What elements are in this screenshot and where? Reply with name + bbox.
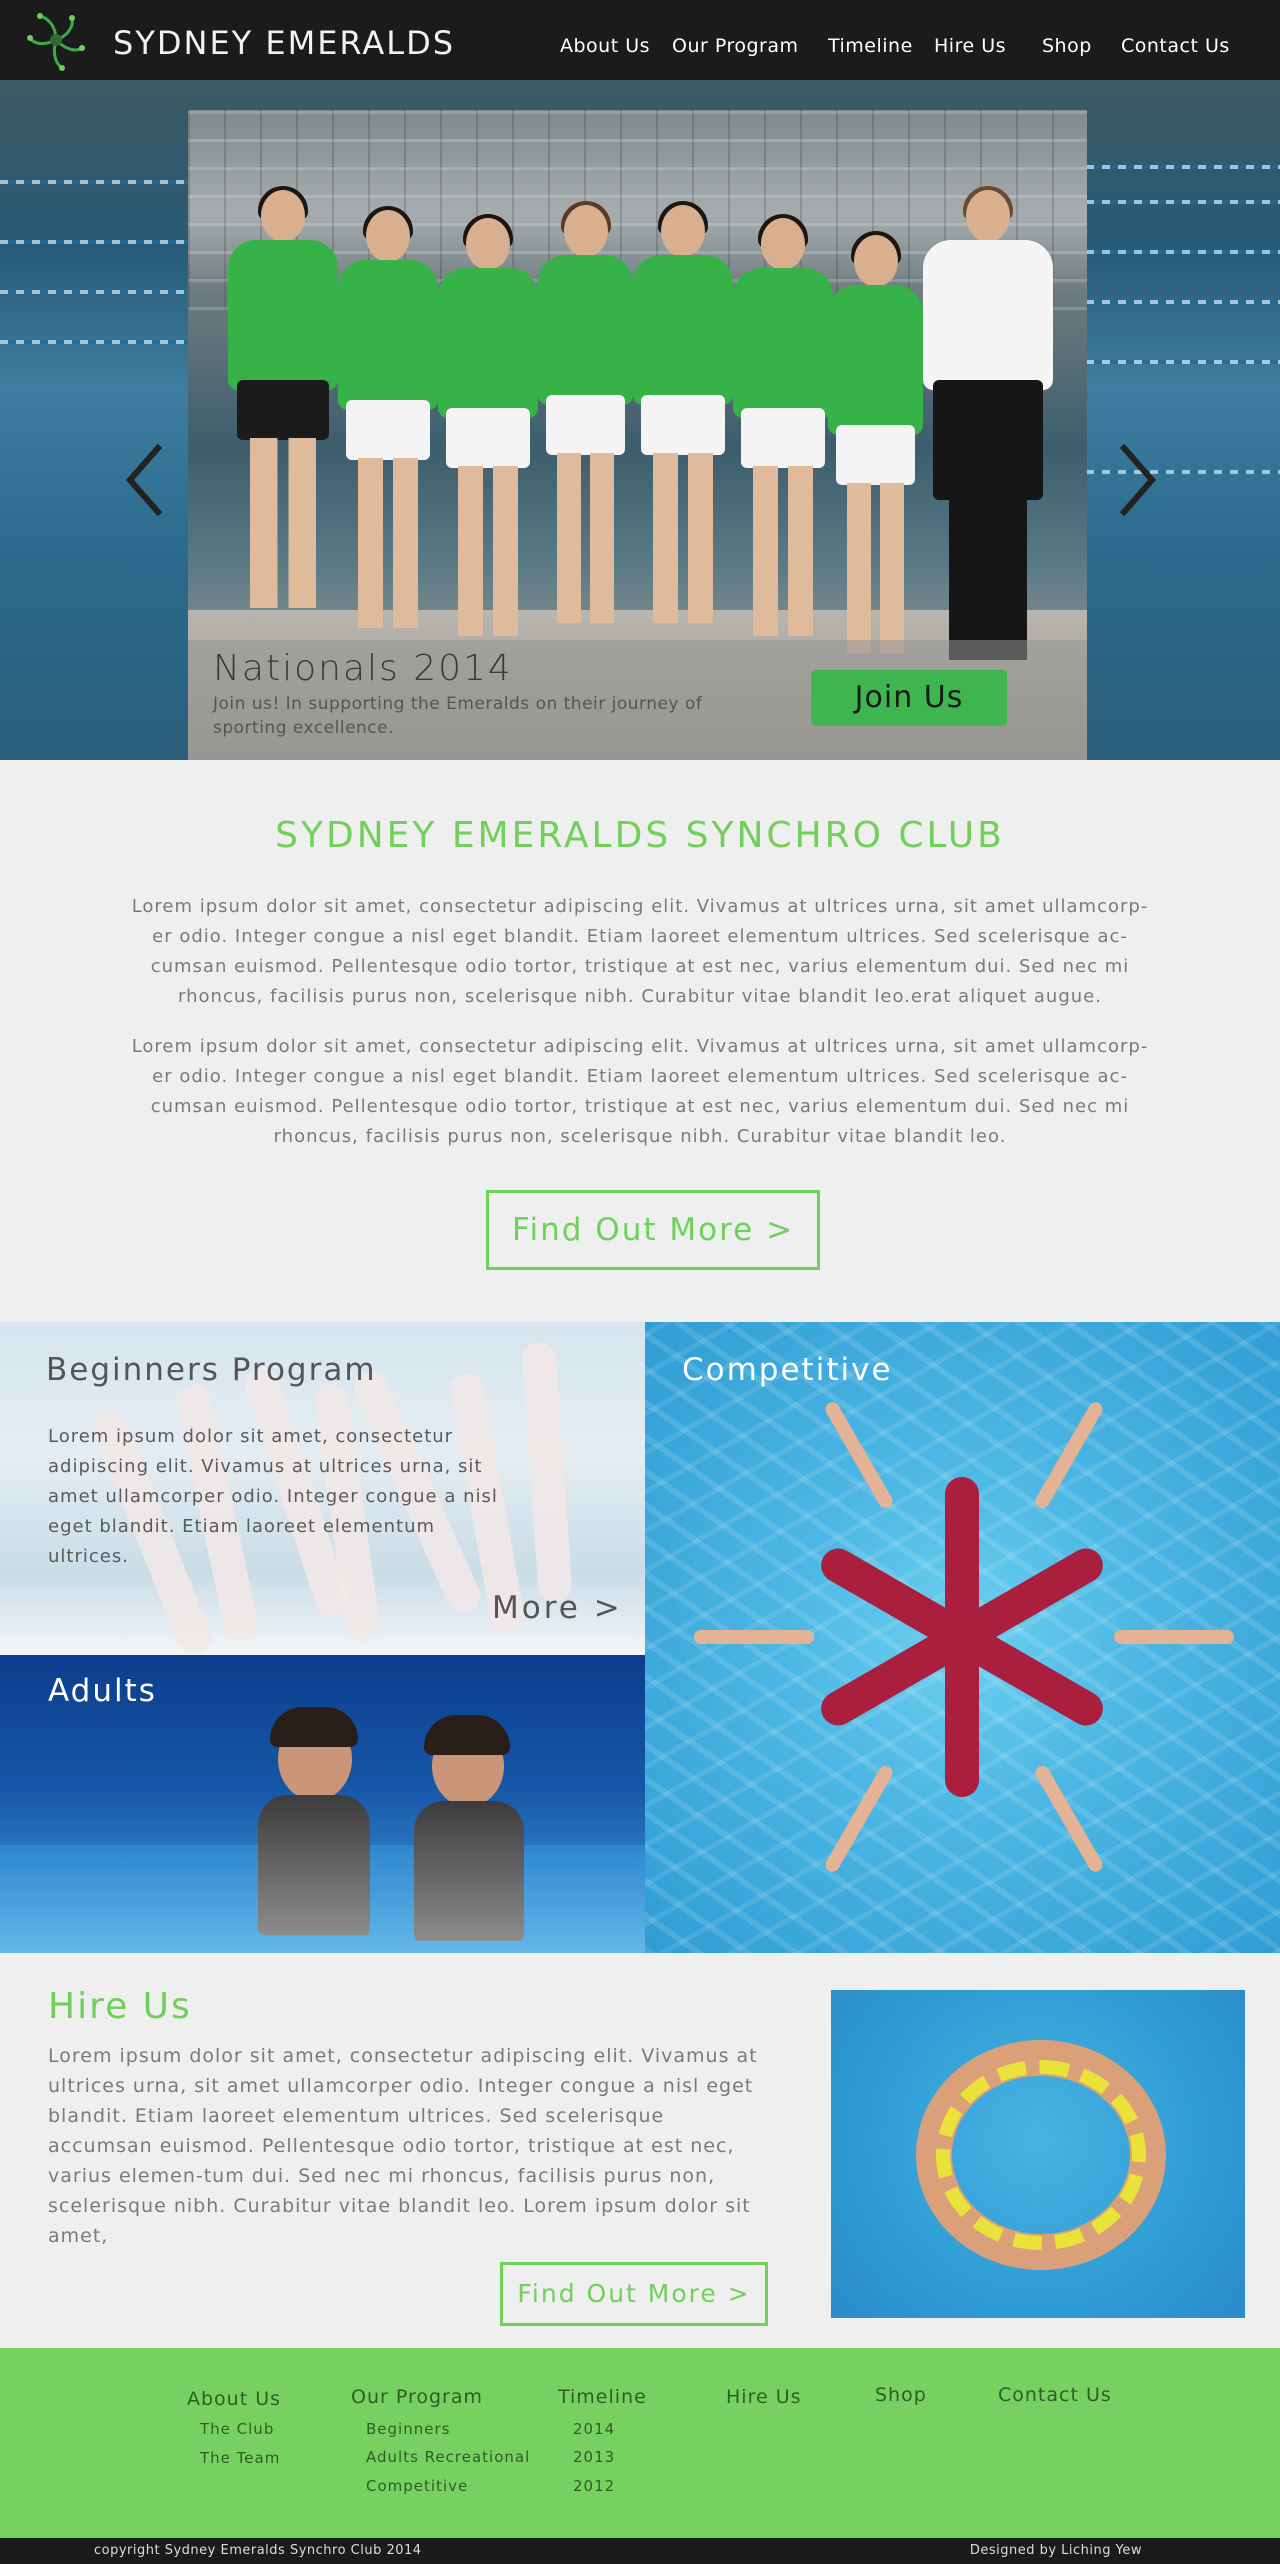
coach	[923, 186, 1053, 660]
footer-bottom-bar: copyright Sydney Emeralds Synchro Club 2…	[0, 2538, 1280, 2564]
chevron-left-icon[interactable]	[120, 440, 170, 520]
team-member	[633, 201, 733, 625]
adults-title: Adults	[48, 1673, 157, 1709]
hero-slide-image: Nationals 2014 Join us! In supporting th…	[188, 110, 1087, 760]
hero-title: Nationals 2014	[213, 648, 513, 689]
footer-link[interactable]: 2013	[573, 2448, 615, 2466]
footer-about-us[interactable]: About Us	[187, 2388, 281, 2410]
team-member	[733, 214, 833, 638]
footer-link[interactable]: Competitive	[366, 2477, 468, 2495]
hero-caption: Nationals 2014 Join us! In supporting th…	[188, 640, 1087, 760]
team-member	[438, 214, 538, 638]
footer-link[interactable]: Beginners	[366, 2420, 450, 2438]
find-out-more-button[interactable]: Find Out More >	[486, 1190, 820, 1270]
nav-shop[interactable]: Shop	[1042, 35, 1092, 57]
club-logo-icon[interactable]	[22, 6, 90, 74]
team-member	[828, 231, 923, 653]
team-member	[338, 206, 438, 640]
nav-our-program[interactable]: Our Program	[672, 35, 799, 57]
copyright-text: copyright Sydney Emeralds Synchro Club 2…	[94, 2543, 422, 2558]
intro-paragraph: Lorem ipsum dolor sit amet, consectetur …	[131, 1036, 1149, 1147]
intro-paragraph: Lorem ipsum dolor sit amet, consectetur …	[131, 896, 1149, 1007]
team-member	[538, 201, 633, 625]
hire-us-image	[831, 1990, 1245, 2318]
beginners-program-tile[interactable]: Beginners Program Lorem ipsum dolor sit …	[0, 1322, 645, 1655]
nav-contact-us[interactable]: Contact Us	[1121, 35, 1230, 57]
site-footer: About Us The Club The Team Our Program B…	[0, 2348, 1280, 2538]
footer-our-program[interactable]: Our Program	[351, 2386, 483, 2408]
footer-contact-us[interactable]: Contact Us	[998, 2384, 1112, 2406]
beginners-text: Lorem ipsum dolor sit amet, consectetur …	[48, 1426, 498, 1567]
competitive-title: Competitive	[682, 1352, 893, 1388]
designer-credit: Designed by Liching Yew	[969, 2543, 1142, 2558]
adults-program-tile[interactable]: Adults	[0, 1655, 645, 1953]
hire-us-title: Hire Us	[48, 1986, 192, 2027]
club-title: SYDNEY EMERALDS SYNCHRO CLUB	[275, 815, 1005, 856]
competitive-program-tile[interactable]: Competitive	[645, 1322, 1280, 1953]
hero-carousel: Nationals 2014 Join us! In supporting th…	[0, 80, 1280, 760]
hero-text: Join us! In supporting the Emeralds on t…	[213, 694, 703, 738]
footer-shop[interactable]: Shop	[875, 2384, 927, 2406]
nav-hire-us[interactable]: Hire Us	[934, 35, 1006, 57]
beginners-more-link[interactable]: More >	[492, 1590, 623, 1626]
chevron-right-icon[interactable]	[1112, 440, 1162, 520]
team-member	[228, 186, 338, 640]
site-brand[interactable]: SYDNEY EMERALDS	[113, 24, 455, 62]
join-us-button[interactable]: Join Us	[811, 670, 1007, 726]
footer-link[interactable]: 2014	[573, 2420, 615, 2438]
footer-timeline[interactable]: Timeline	[558, 2386, 647, 2408]
footer-link[interactable]: The Club	[200, 2420, 274, 2438]
hire-us-text: Lorem ipsum dolor sit amet, consectetur …	[48, 2045, 758, 2247]
site-header: SYDNEY EMERALDS About Us Our Program Tim…	[0, 0, 1280, 80]
footer-link[interactable]: The Team	[200, 2449, 280, 2467]
nav-timeline[interactable]: Timeline	[828, 35, 913, 57]
beginners-title: Beginners Program	[46, 1352, 377, 1388]
footer-hire-us[interactable]: Hire Us	[726, 2386, 802, 2408]
hire-find-out-more-button[interactable]: Find Out More >	[500, 2262, 768, 2326]
nav-about-us[interactable]: About Us	[560, 35, 650, 57]
footer-link[interactable]: Adults Recreational	[366, 2448, 530, 2466]
footer-link[interactable]: 2012	[573, 2477, 615, 2495]
